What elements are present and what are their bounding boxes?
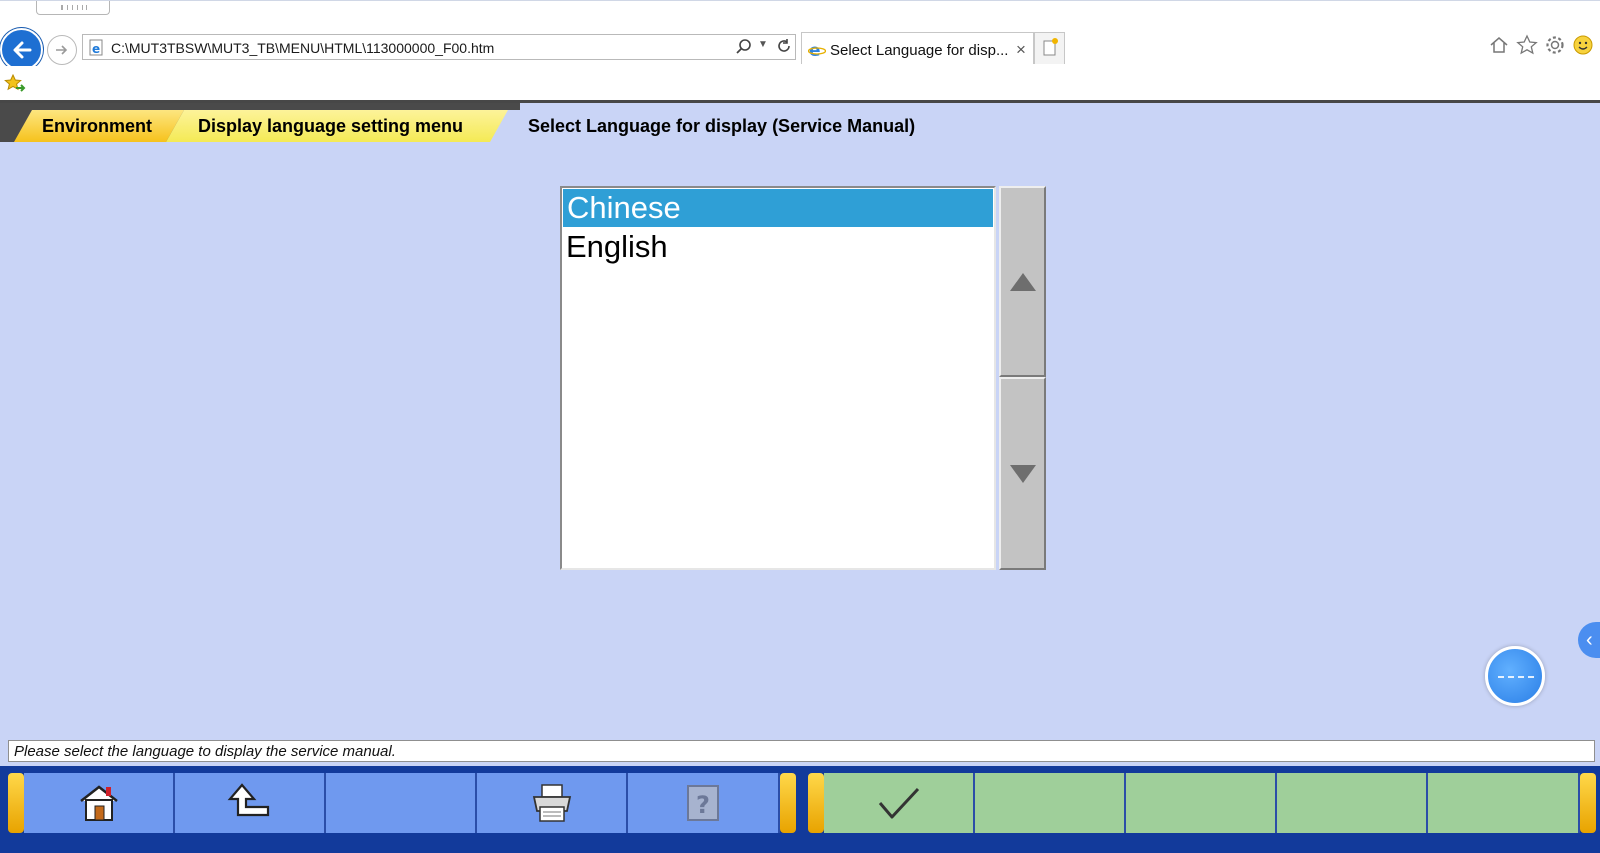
checkmark-icon <box>878 787 919 819</box>
dash-icon <box>1498 676 1534 678</box>
arrow-left-icon <box>13 41 31 58</box>
ie-logo-icon: e <box>808 41 826 59</box>
close-icon[interactable]: × <box>1016 40 1026 60</box>
home-browser-icon[interactable] <box>1488 34 1512 58</box>
back-button[interactable] <box>0 28 43 71</box>
gear-icon[interactable] <box>1544 34 1568 58</box>
language-list[interactable]: Chinese English <box>560 186 996 570</box>
list-item-english[interactable]: English <box>562 228 994 266</box>
toolbar-left-group-cap <box>780 773 796 833</box>
star-icon[interactable] <box>1516 34 1540 58</box>
home-icon <box>79 785 118 821</box>
address-bar[interactable]: e C:\MUT3TBSW\MUT3_TB\MENU\HTML\11300000… <box>82 34 796 60</box>
url-text: C:\MUT3TBSW\MUT3_TB\MENU\HTML\113000000_… <box>111 40 495 56</box>
triangle-up-icon <box>1009 272 1036 291</box>
forward-button[interactable] <box>47 35 77 65</box>
new-tab-button[interactable] <box>1034 32 1065 64</box>
toolbar-right-cap <box>1580 773 1596 833</box>
print-button[interactable] <box>477 773 628 833</box>
browser-right-icons <box>1488 34 1600 64</box>
ok-button[interactable] <box>824 773 975 833</box>
breadcrumb-environment[interactable]: Environment <box>14 110 184 142</box>
tab-title: Select Language for disp... <box>830 42 1009 59</box>
help-button[interactable]: ? <box>628 773 780 833</box>
tab-strip-handle[interactable] <box>36 1 110 15</box>
chevron-down-icon[interactable]: ▼ <box>758 39 768 50</box>
svg-text:e: e <box>92 42 100 56</box>
svg-text:?: ? <box>696 791 710 819</box>
scroll-up-button[interactable] <box>999 186 1046 377</box>
list-item-chinese[interactable]: Chinese <box>563 189 993 227</box>
back-up-icon <box>227 783 269 817</box>
up-level-button[interactable] <box>175 773 326 833</box>
grip-icon <box>61 5 87 10</box>
smiley-icon[interactable] <box>1572 34 1596 58</box>
browser-tab-active[interactable]: e Select Language for disp... × <box>801 32 1034 64</box>
refresh-icon[interactable] <box>775 37 793 55</box>
function-key-7[interactable] <box>975 773 1126 833</box>
function-key-10[interactable] <box>1428 773 1580 833</box>
browser-top-strip <box>0 0 1600 15</box>
triangle-down-icon <box>1009 464 1036 483</box>
status-message: Please select the language to display th… <box>14 743 396 760</box>
browser-nav-bar: e C:\MUT3TBSW\MUT3_TB\MENU\HTML\11300000… <box>0 26 1600 71</box>
function-key-toolbar: ? <box>0 766 1600 853</box>
function-key-8[interactable] <box>1126 773 1277 833</box>
scroll-down-button[interactable] <box>999 377 1046 570</box>
arrow-right-icon <box>56 45 68 55</box>
printer-icon <box>532 784 571 822</box>
search-icon[interactable] <box>735 38 753 56</box>
page-title: Select Language for display (Service Man… <box>518 110 916 142</box>
breadcrumb-display-language-setting[interactable]: Display language setting menu <box>166 110 514 142</box>
toolbar-right-group-cap <box>808 773 824 833</box>
app-content: Environment Display language setting men… <box>0 100 1600 853</box>
home-button[interactable] <box>24 773 175 833</box>
favorites-bar <box>0 66 1600 100</box>
floating-assist-button[interactable] <box>1485 646 1545 706</box>
breadcrumb: Environment Display language setting men… <box>0 100 1600 142</box>
svg-text:e: e <box>809 41 821 59</box>
function-key-9[interactable] <box>1277 773 1428 833</box>
toolbar-left-cap <box>8 773 24 833</box>
new-tab-icon <box>1043 38 1058 56</box>
ie-page-icon: e <box>89 39 103 56</box>
help-icon: ? <box>687 785 719 821</box>
side-panel-toggle[interactable]: ‹ <box>1578 622 1600 658</box>
status-bar: Please select the language to display th… <box>8 740 1595 762</box>
favorites-star-icon[interactable] <box>4 74 26 94</box>
function-key-3[interactable] <box>326 773 477 833</box>
